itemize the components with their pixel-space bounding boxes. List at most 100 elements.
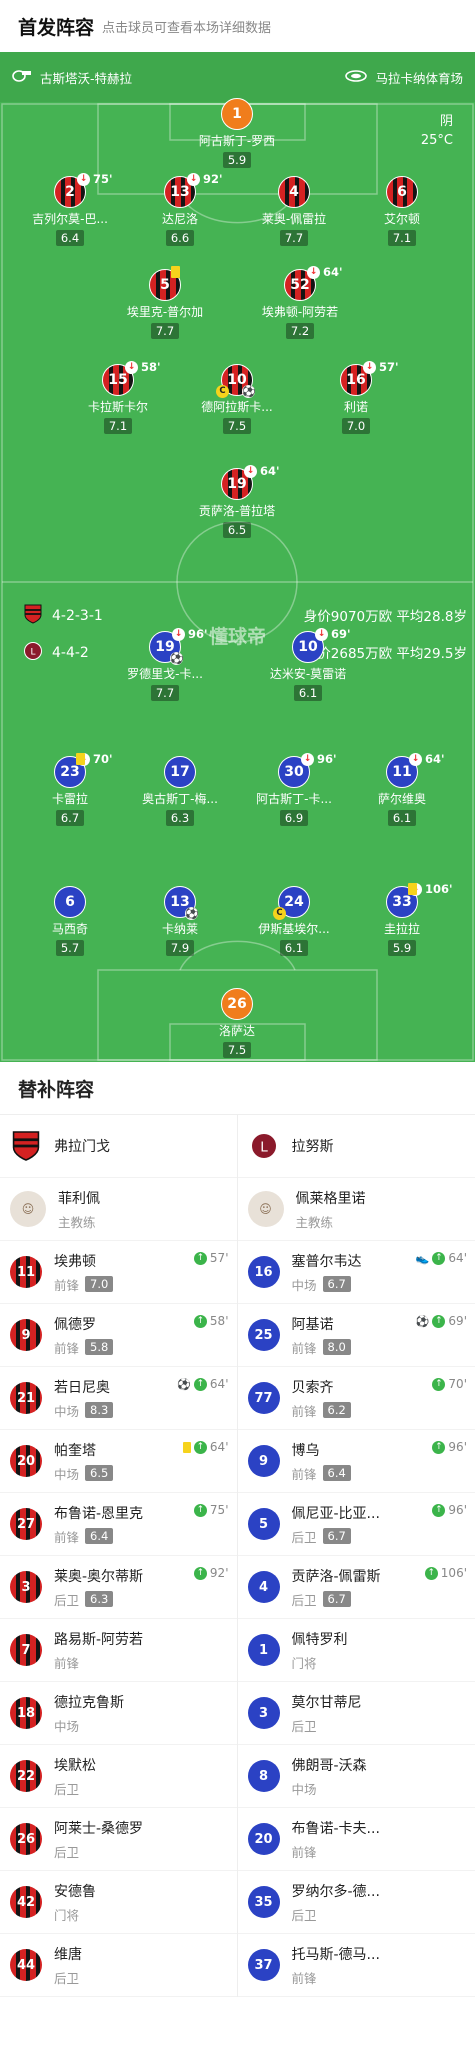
home-player-13[interactable]: 13 ↓ 92' 达尼洛 6.6 [125,172,235,246]
away-player-13[interactable]: 13 ⚽ 卡纳莱 7.9 [125,886,235,956]
sub-player-row[interactable]: 7 路易斯-阿劳若 前锋 [0,1619,237,1682]
player-position: 前锋 [54,1529,80,1545]
sub-time: 92' [203,172,223,186]
goal-ball-icon: ⚽ [415,1314,430,1328]
weather-condition: 阴 [439,114,453,129]
sub-player-row[interactable]: 77 贝索齐 前锋 6.2 ↑ 70' [237,1367,475,1430]
sub-player-row[interactable]: 27 布鲁诺-恩里克 前锋 6.4 ↑ 75' [0,1493,237,1556]
sub-player-row[interactable]: 5 佩尼亚-比亚... 后卫 6.7 ↑ 96' [237,1493,475,1556]
away-coach-row[interactable]: ☺ 佩莱格里诺 主教练 [237,1178,475,1241]
home-player-4[interactable]: 4 莱奥-佩雷拉 7.7 [239,176,349,246]
home-player-10[interactable]: 10 ⚽ C 德阿拉斯卡... 7.5 [182,364,292,434]
home-player-2[interactable]: 2 ↓ 75' 吉列尔莫-巴... 6.4 [15,172,125,246]
sub-time: 69' [448,1314,467,1328]
sub-on-icon: ↑ [193,1314,207,1328]
player-position: 后卫 [291,1718,317,1734]
away-player-26[interactable]: 26 洛萨达 7.5 [182,988,292,1058]
away-player-6[interactable]: 6 马西奇 5.7 [15,886,125,956]
sub-time: 64' [260,464,280,478]
captain-icon: C [273,907,286,920]
sub-on-icon: ↑ [193,1377,207,1391]
home-coach-row[interactable]: ☺ 菲利佩 主教练 [0,1178,237,1241]
home-team-row[interactable]: 弗拉门戈 [0,1115,237,1178]
away-player-33[interactable]: 33↓106' 圭拉拉 5.9 [347,882,457,956]
player-position: 前锋 [291,1403,317,1419]
player-name: 阿基诺 [291,1316,334,1333]
sub-player-row[interactable]: 22 埃默松 后卫 [0,1745,237,1808]
sub-player-row[interactable]: 18 德拉克鲁斯 中场 [0,1682,237,1745]
player-rating: 6.4 [55,230,85,246]
sub-player-row[interactable]: 3 莫尔甘蒂尼 后卫 [237,1682,475,1745]
player-number: 16 [346,372,366,388]
away-player-30[interactable]: 30 ↓ 96' 阿古斯丁-卡... 6.9 [239,752,349,826]
sub-player-row[interactable]: 42 安德鲁 门将 [0,1871,237,1934]
sub-off-indicator: ↓ 64' [409,752,445,766]
home-player-15[interactable]: 15 ↓ 58' 卡拉斯卡尔 7.1 [63,360,173,434]
player-position: 后卫 [54,1781,80,1797]
home-player-19[interactable]: 19 ↓ 64' 贡萨洛-普拉塔 6.5 [182,464,292,538]
home-player-16[interactable]: 16 ↓ 57' 利诺 7.0 [301,360,411,434]
sub-player-row[interactable]: 44 维唐 后卫 [0,1934,237,1997]
sub-player-row[interactable]: 20 布鲁诺-卡夫... 前锋 [237,1808,475,1871]
sub-player-row[interactable]: 21 若日尼奥 中场 8.3 ⚽ ↑ 64' [0,1367,237,1430]
player-number-badge: 10 ⚽ C [216,364,256,398]
player-rating: 7.7 [279,230,309,246]
player-number-badge: 4 [247,1571,280,1603]
sub-player-row[interactable]: 16 塞普尔韦达 中场 6.7 👟 ↑ 64' [237,1241,475,1304]
player-name: 贡萨洛-普拉塔 [198,504,276,518]
player-name: 莱奥-佩雷拉 [261,212,327,226]
player-rating: 5.9 [222,152,252,168]
away-player-24[interactable]: 24 C 伊斯基埃尔... 6.1 [239,886,349,956]
home-player-6[interactable]: 6 艾尔顿 7.1 [347,176,457,246]
sub-time: 70' [448,1377,467,1391]
away-player-23[interactable]: 23↓70' 卡雷拉 6.7 [15,752,125,826]
away-player-19[interactable]: 19 ↓ 96' ⚽ 罗德里戈-卡... 7.7 [110,627,220,701]
sub-player-row[interactable]: 8 佛朗哥-沃森 中场 [237,1745,475,1808]
player-number: 6 [397,184,407,200]
player-name: 埃默松 [54,1757,96,1774]
player-rating: 7.0 [341,418,371,434]
sub-player-row[interactable]: 25 阿基诺 前锋 8.0 ⚽ ↑ 69' [237,1304,475,1367]
sub-player-row[interactable]: 1 佩特罗利 门将 [237,1619,475,1682]
player-position: 前锋 [54,1340,80,1356]
subs-title: 替补阵容 [18,1078,95,1101]
sub-off-indicator: ↓ 75' [77,172,113,186]
player-number-badge: 16 ↓ 57' [340,360,399,396]
away-player-17[interactable]: 17 奥古斯丁-梅... 6.3 [125,756,235,826]
home-subs-column: 弗拉门戈 ☺ 菲利佩 主教练 11 埃弗顿 前锋 7.0 ↑ 57' 9 佩德罗 前锋 5.8 ↑ 5… [0,1115,238,1997]
sub-player-row[interactable]: 9 博乌 前锋 6.4 ↑ 96' [237,1430,475,1493]
away-team-row[interactable]: L 拉努斯 [237,1115,475,1178]
home-player-5[interactable]: 5 埃里克-普尔加 7.7 [110,266,220,339]
substitutes-panel: 弗拉门戈 ☺ 菲利佩 主教练 11 埃弗顿 前锋 7.0 ↑ 57' 9 佩德罗 前锋 5.8 ↑ 5… [0,1114,475,1997]
away-team-formation: L 4-4-2 [24,641,89,665]
sub-player-row[interactable]: 20 帕奎塔 中场 6.5 ↑ 64' [0,1430,237,1493]
sub-player-row[interactable]: 3 莱奥-奥尔蒂斯 后卫 6.3 ↑ 92' [0,1556,237,1619]
player-rating: 6.1 [293,685,323,701]
sub-player-row[interactable]: 9 佩德罗 前锋 5.8 ↑ 58' [0,1304,237,1367]
player-number-badge: 44 [10,1949,42,1981]
player-number-badge: 9 [247,1445,280,1477]
away-player-10[interactable]: 10 ↓ 69' 达米安-莫雷诺 6.1 [253,627,363,701]
home-player-52[interactable]: 52 ↓ 64' 埃弗顿-阿劳若 7.2 [245,265,355,339]
player-name: 贡萨洛-佩雷斯 [291,1568,381,1585]
player-number: 16 [254,1264,273,1280]
sub-player-row[interactable]: 4 贡萨洛-佩雷斯 后卫 6.7 ↑ 106' [237,1556,475,1619]
sub-off-icon: ↓ [409,752,422,766]
player-rating: 8.0 [322,1339,351,1355]
player-rating: 6.7 [322,1276,351,1292]
player-number-badge: 25 [247,1319,280,1351]
away-player-11[interactable]: 11 ↓ 64' 萨尔维奥 6.1 [347,752,457,826]
player-number: 13 [170,184,190,200]
sub-player-row[interactable]: 37 托马斯-德马... 前锋 [237,1934,475,1997]
sub-player-row[interactable]: 11 埃弗顿 前锋 7.0 ↑ 57' [0,1241,237,1304]
sub-player-row[interactable]: 35 罗纳尔多-德... 后卫 [237,1871,475,1934]
player-number: 10 [298,639,318,655]
home-team-name: 弗拉门戈 [54,1139,110,1155]
pitch: 古斯塔沃-特赫拉 马拉卡纳体育场 阴 25°C 懂球帝 4-2-3-1 身价90… [0,52,475,1062]
home-player-1[interactable]: 1 阿古斯丁-罗西 5.9 [182,98,292,168]
player-rating: 5.8 [85,1339,114,1355]
sub-time: 106' [425,882,453,896]
player-name: 托马斯-德马... [291,1946,380,1963]
sub-player-row[interactable]: 26 阿莱士-桑德罗 后卫 [0,1808,237,1871]
player-number-badge: 26 [221,988,253,1020]
